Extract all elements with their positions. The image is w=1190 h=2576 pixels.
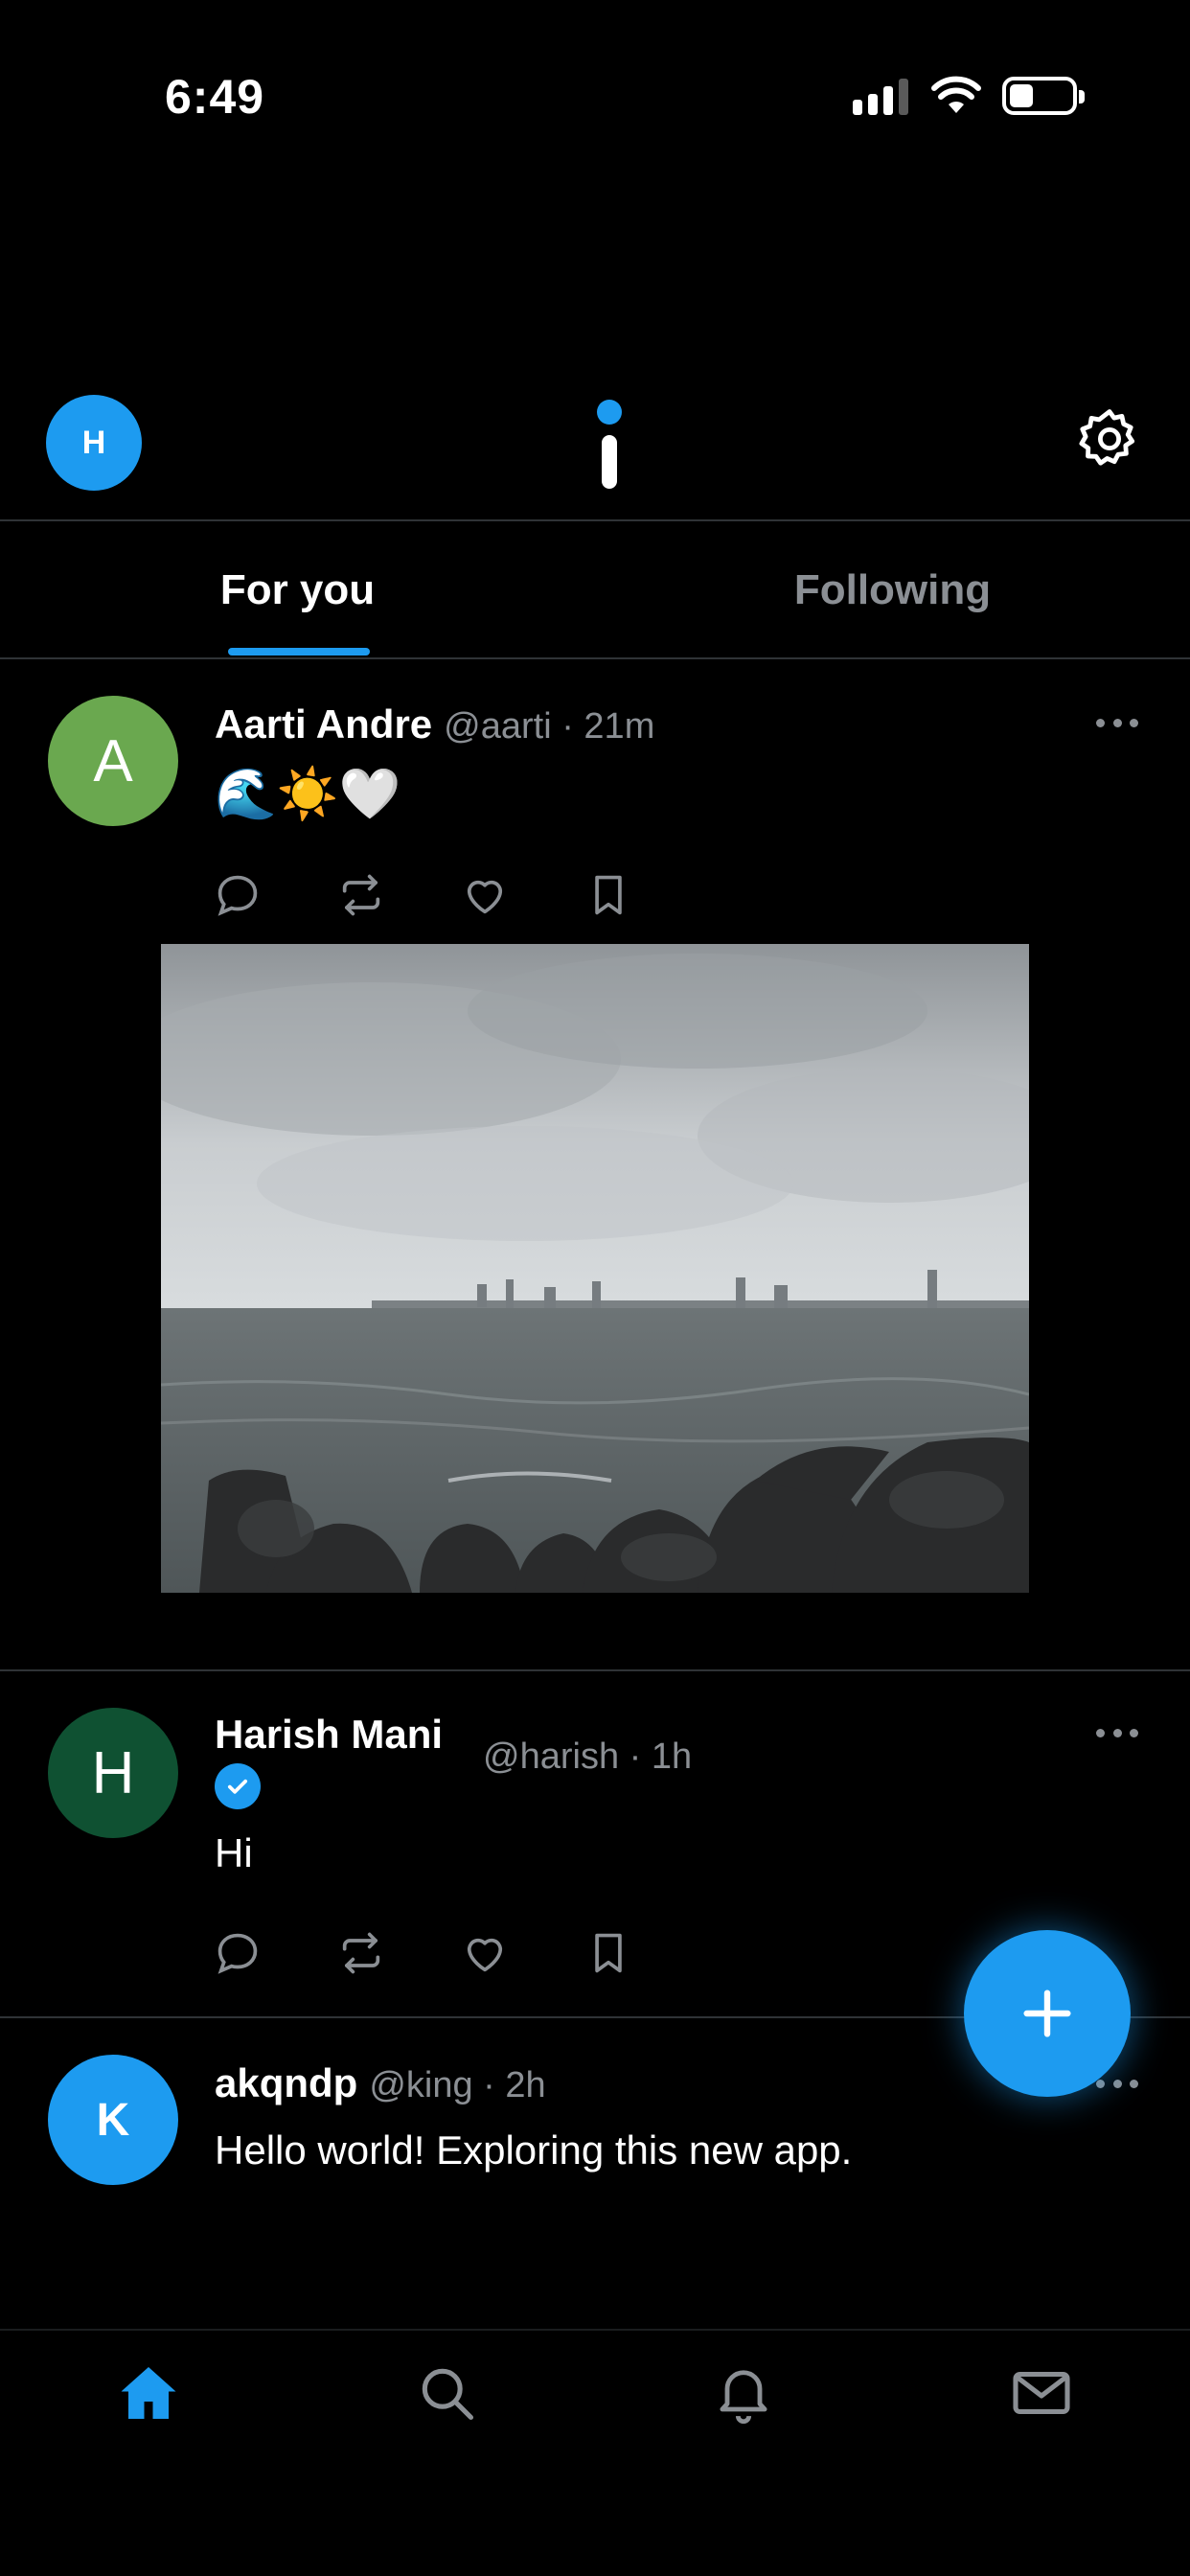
app-logo-icon bbox=[597, 400, 622, 489]
active-tab-indicator bbox=[228, 648, 370, 656]
post-avatar[interactable]: K bbox=[48, 2055, 178, 2185]
profile-avatar-button[interactable]: H bbox=[46, 395, 142, 491]
signal-icon bbox=[853, 79, 908, 115]
post-actions bbox=[213, 866, 707, 924]
repost-icon[interactable] bbox=[336, 866, 460, 924]
header-divider bbox=[0, 519, 1190, 521]
plus-icon bbox=[1023, 1990, 1071, 2037]
post-divider bbox=[0, 1669, 1190, 1671]
post-handle-time: @aarti · 21m bbox=[444, 706, 655, 747]
post-text: 🌊☀️🤍 bbox=[215, 767, 401, 822]
post-handle-time: @king · 2h bbox=[369, 2065, 546, 2105]
post-author-name[interactable]: akqndp bbox=[215, 2060, 357, 2106]
post-meta: @harish · 1h bbox=[483, 1736, 692, 1778]
tabs-divider bbox=[0, 657, 1190, 659]
repost-icon[interactable] bbox=[336, 1924, 460, 1982]
post-text: Hi bbox=[215, 1830, 253, 1875]
wifi-icon bbox=[931, 76, 981, 113]
notifications-icon bbox=[720, 2370, 767, 2425]
nav-home[interactable] bbox=[0, 2331, 298, 2455]
compose-post-button[interactable] bbox=[964, 1930, 1131, 2097]
search-icon bbox=[422, 2368, 473, 2421]
reply-icon[interactable] bbox=[213, 866, 336, 924]
post-author-name[interactable]: Harish Mani bbox=[215, 1712, 443, 1758]
nav-notifications[interactable] bbox=[595, 2331, 893, 2455]
status-time: 6:49 bbox=[165, 70, 265, 124]
top-header: H bbox=[0, 383, 1190, 518]
bookmark-icon[interactable] bbox=[584, 1924, 707, 1982]
post-header: Harish Mani bbox=[215, 1712, 443, 1758]
tab-following[interactable]: Following bbox=[595, 522, 1190, 658]
post-avatar[interactable]: H bbox=[48, 1708, 178, 1838]
nav-search[interactable] bbox=[298, 2331, 596, 2455]
more-options-icon[interactable] bbox=[1096, 2080, 1138, 2089]
post-actions bbox=[213, 1924, 707, 1982]
verified-badge-icon bbox=[215, 1763, 261, 1809]
tab-for-you[interactable]: For you bbox=[0, 522, 595, 658]
settings-gear-icon[interactable] bbox=[1075, 404, 1144, 473]
post-handle-time: @harish · 1h bbox=[483, 1736, 693, 1777]
post-text: Hello world! Exploring this new app. bbox=[215, 2128, 853, 2173]
like-icon[interactable] bbox=[460, 1924, 584, 1982]
like-icon[interactable] bbox=[460, 866, 584, 924]
seascape-photo bbox=[161, 944, 1029, 1593]
feed-tabs: For you Following bbox=[0, 522, 1190, 658]
bookmark-icon[interactable] bbox=[584, 866, 707, 924]
post-author-name[interactable]: Aarti Andre bbox=[215, 702, 432, 748]
messages-icon bbox=[1013, 2371, 1070, 2415]
reply-icon[interactable] bbox=[213, 1924, 336, 1982]
post-header: akqndp @king · 2h bbox=[215, 2060, 546, 2106]
nav-messages[interactable] bbox=[893, 2331, 1190, 2455]
bottom-navigation bbox=[0, 2331, 1190, 2484]
more-options-icon[interactable] bbox=[1096, 719, 1138, 728]
status-bar: 6:49 bbox=[0, 0, 1190, 192]
post-header: Aarti Andre @aarti · 21m bbox=[215, 702, 654, 748]
post-avatar[interactable]: A bbox=[48, 696, 178, 826]
battery-icon bbox=[1002, 77, 1085, 115]
home-icon bbox=[121, 2367, 176, 2419]
more-options-icon[interactable] bbox=[1096, 1729, 1138, 1738]
post-image[interactable] bbox=[161, 944, 1029, 1593]
